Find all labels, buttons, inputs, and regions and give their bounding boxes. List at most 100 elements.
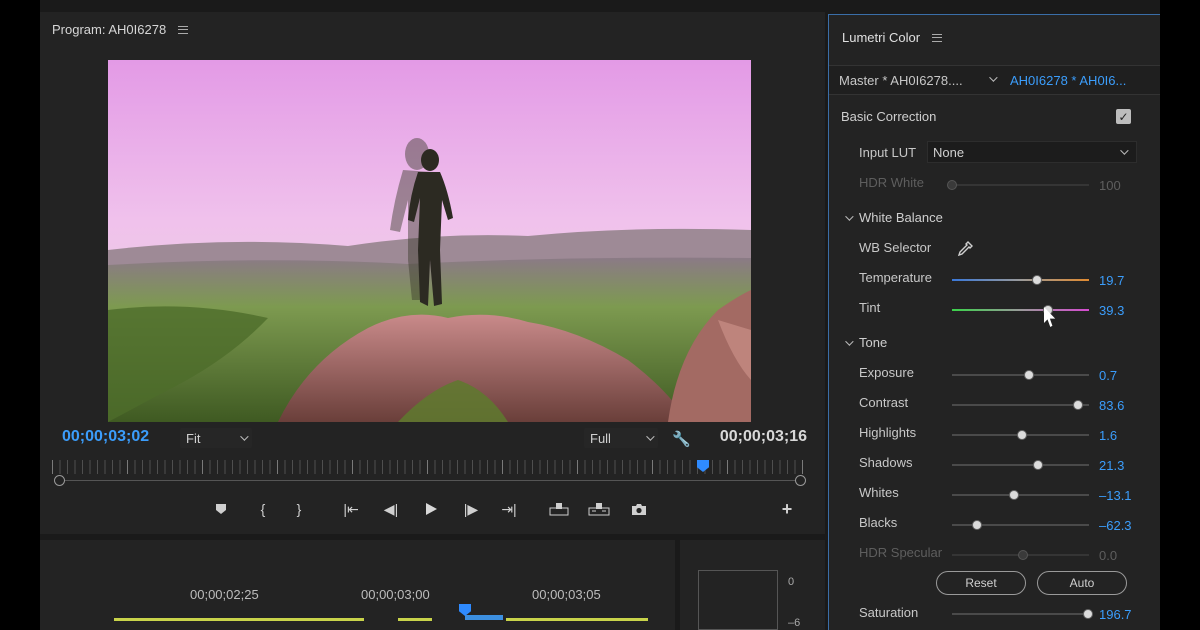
basic-correction-header[interactable]: Basic Correction	[841, 109, 936, 124]
eyedropper-icon[interactable]	[957, 241, 973, 257]
exposure-value[interactable]: 0.7	[1099, 368, 1117, 383]
go-to-in-button[interactable]: |⇤	[340, 498, 362, 520]
chevron-down-icon	[845, 336, 854, 346]
temperature-slider[interactable]	[952, 275, 1089, 285]
slider-knob[interactable]	[1082, 609, 1093, 619]
scrubber-track	[60, 480, 800, 481]
wb-selector-label: WB Selector	[859, 240, 932, 255]
timeline-time-label: 00;00;03;00	[361, 587, 430, 602]
slider-knob[interactable]	[1008, 490, 1019, 500]
whites-label: Whites	[859, 485, 899, 500]
slider-track	[952, 374, 1089, 376]
scrubber-out-handle[interactable]	[795, 475, 806, 486]
lumetri-header: Lumetri Color	[842, 30, 943, 45]
plus-icon: +	[781, 498, 793, 519]
mark-out-button[interactable]: }	[288, 498, 310, 520]
highlights-slider[interactable]	[952, 430, 1089, 440]
whites-slider[interactable]	[952, 490, 1089, 500]
monitor-controls-row: 00;00;03;02 Fit Full 🔧 00;00;03;16	[40, 428, 825, 452]
reset-label: Reset	[965, 576, 997, 590]
go-to-out-button[interactable]: ⇥|	[498, 498, 520, 520]
panel-menu-icon[interactable]	[932, 33, 943, 42]
slider-knob[interactable]	[1031, 275, 1042, 285]
basic-correction-checkbox[interactable]: ✓	[1116, 109, 1131, 124]
mark-in-icon: {	[260, 501, 266, 517]
video-preview	[108, 60, 751, 422]
go-to-out-icon: ⇥|	[501, 500, 517, 517]
input-lut-select[interactable]: None	[927, 141, 1137, 163]
slider-knob	[947, 180, 957, 190]
whites-value[interactable]: –13.1	[1099, 488, 1132, 503]
go-to-in-icon: |⇤	[343, 500, 359, 517]
exposure-label: Exposure	[859, 365, 914, 380]
tone-title: Tone	[859, 335, 888, 350]
contrast-slider[interactable]	[952, 400, 1089, 410]
slider-track	[952, 464, 1089, 466]
chevron-down-icon	[1120, 146, 1129, 155]
meter-scale-label: 0	[788, 576, 795, 588]
white-balance-section[interactable]: White Balance	[845, 210, 943, 225]
chevron-down-icon[interactable]	[989, 73, 998, 82]
wrench-settings-icon[interactable]: 🔧	[672, 430, 691, 448]
step-back-button[interactable]: ◀|	[380, 498, 402, 520]
scrubber-in-handle[interactable]	[54, 475, 65, 486]
step-forward-button[interactable]: |▶	[460, 498, 482, 520]
slider-knob[interactable]	[1016, 430, 1027, 440]
shadows-label: Shadows	[859, 455, 913, 470]
timeline-clip-bar[interactable]	[506, 618, 648, 621]
chevron-down-icon	[646, 432, 655, 441]
slider-knob[interactable]	[971, 520, 982, 530]
extract-button[interactable]	[588, 498, 610, 520]
playback-resolution-dropdown[interactable]: Full	[584, 428, 658, 448]
video-frame-image	[108, 60, 751, 422]
reset-button[interactable]: Reset	[936, 571, 1026, 595]
tab-sequence-clip[interactable]: AH0I6278 * AH0I6...	[1010, 73, 1126, 88]
temperature-value[interactable]: 19.7	[1099, 273, 1124, 288]
button-editor-button[interactable]: +	[776, 498, 798, 520]
shadows-slider[interactable]	[952, 460, 1089, 470]
camera-icon	[632, 503, 646, 515]
timeline-time-label: 00;00;02;25	[190, 587, 259, 602]
shadows-value[interactable]: 21.3	[1099, 458, 1124, 473]
checkmark-icon: ✓	[1118, 109, 1129, 124]
chevron-down-icon	[845, 211, 854, 221]
blacks-value[interactable]: –62.3	[1099, 518, 1132, 533]
hdr-specular-value: 0.0	[1099, 548, 1118, 563]
play-button[interactable]	[420, 498, 442, 520]
audio-meter	[698, 570, 778, 630]
saturation-value[interactable]: 196.7	[1099, 607, 1132, 622]
program-monitor: Program: AH0I6278 00;00;03;02 Fit Full 🔧…	[40, 12, 825, 534]
export-frame-button[interactable]	[628, 498, 650, 520]
slider-track	[952, 184, 1089, 186]
slider-track	[952, 613, 1089, 615]
mark-out-icon: }	[296, 501, 302, 517]
marker-icon	[216, 504, 226, 514]
tint-slider[interactable]	[952, 305, 1089, 315]
auto-button[interactable]: Auto	[1037, 571, 1127, 595]
saturation-slider[interactable]	[952, 609, 1093, 619]
exposure-slider[interactable]	[952, 370, 1089, 380]
mark-in-button[interactable]: {	[252, 498, 274, 520]
tint-value[interactable]: 39.3	[1099, 303, 1124, 318]
slider-knob[interactable]	[1033, 460, 1044, 470]
slider-knob[interactable]	[1073, 400, 1084, 410]
add-marker-button[interactable]	[210, 498, 232, 520]
tint-label: Tint	[859, 300, 881, 315]
blacks-slider[interactable]	[952, 520, 1089, 530]
current-timecode[interactable]: 00;00;03;02	[62, 428, 149, 446]
input-lut-label: Input LUT	[859, 145, 917, 160]
program-scrubber[interactable]	[52, 460, 808, 490]
contrast-value[interactable]: 83.6	[1099, 398, 1124, 413]
zoom-fit-dropdown[interactable]: Fit	[180, 428, 252, 448]
tab-master-clip[interactable]: Master * AH0I6278....	[839, 73, 963, 88]
timeline-clip-bar[interactable]	[398, 618, 432, 621]
tone-section[interactable]: Tone	[845, 335, 887, 350]
panel-menu-icon[interactable]	[178, 25, 189, 34]
program-title: Program: AH0I6278	[52, 22, 167, 37]
slider-knob	[1018, 550, 1029, 560]
timeline-clip-bar[interactable]	[114, 618, 364, 621]
highlights-value[interactable]: 1.6	[1099, 428, 1117, 443]
lift-button[interactable]	[548, 498, 570, 520]
lift-icon	[549, 503, 569, 516]
slider-knob[interactable]	[1023, 370, 1034, 380]
